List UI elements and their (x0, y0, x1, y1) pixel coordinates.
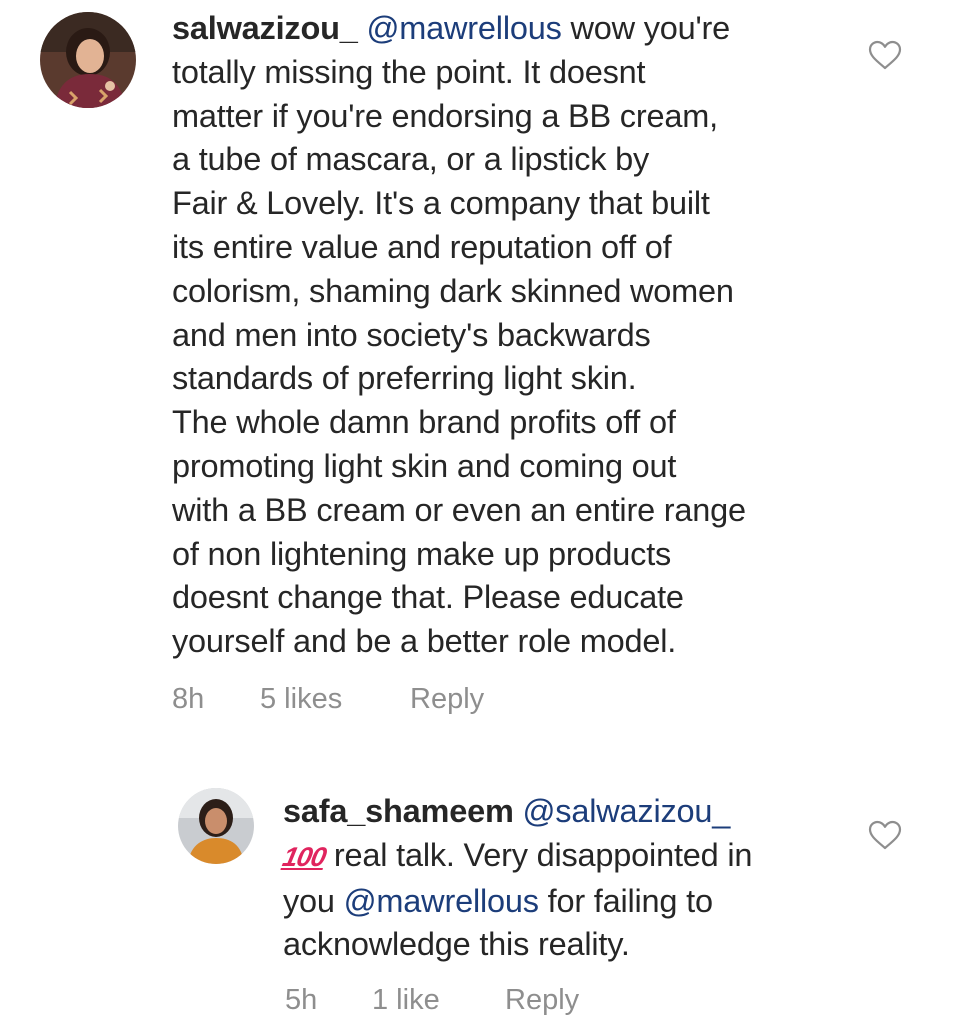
avatar-image (178, 788, 254, 864)
reply-username[interactable]: safa_shameem (283, 793, 514, 829)
likes-count-button[interactable]: 1 like (372, 983, 440, 1017)
heart-icon[interactable] (868, 820, 902, 850)
reply-mention-2[interactable]: @mawrellous (344, 883, 539, 919)
comment-body: salwazizou_ @mawrellous wow you're total… (172, 7, 872, 664)
comment-username[interactable]: salwazizou_ (172, 10, 358, 46)
reply-button[interactable]: Reply (505, 983, 579, 1017)
reply-button[interactable]: Reply (410, 682, 484, 716)
comment-text: wow you're totally missing the point. It… (172, 10, 746, 660)
comment-mention[interactable]: @mawrellous (367, 10, 562, 46)
avatar-safa-shameem[interactable] (178, 788, 254, 864)
avatar-image (40, 12, 136, 108)
reply-body: safa_shameem @salwazizou_ 100 real talk.… (280, 790, 863, 967)
reply-timestamp: 5h (285, 984, 318, 1016)
heart-icon[interactable] (868, 40, 902, 70)
hundred-points-emoji-icon: 100 (280, 841, 329, 872)
comment-timestamp: 8h (172, 683, 205, 715)
likes-count-button[interactable]: 5 likes (260, 682, 342, 716)
avatar-salwazizou[interactable] (40, 12, 136, 108)
reply-mention[interactable]: @salwazizou_ (523, 793, 731, 829)
